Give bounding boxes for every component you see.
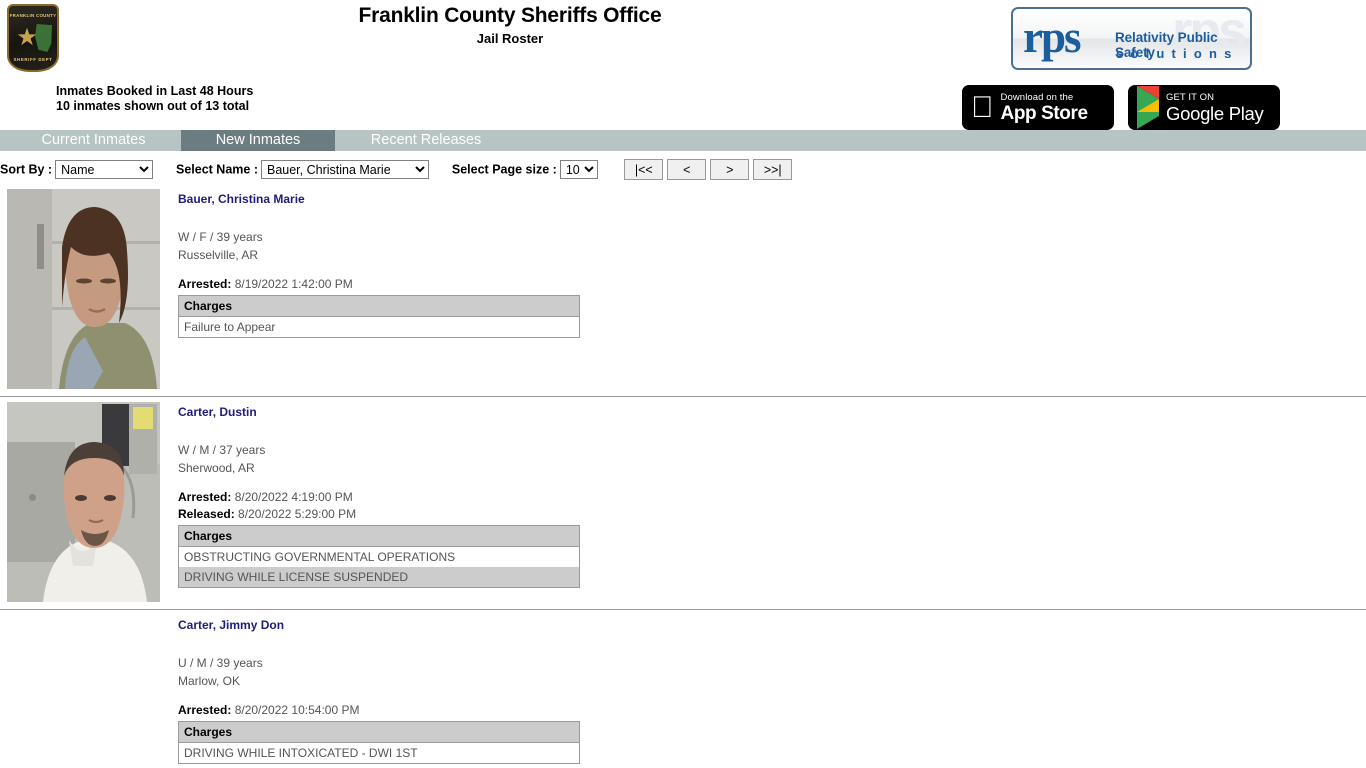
inmate-mugshot	[7, 189, 160, 389]
released-label: Released:	[178, 507, 235, 521]
charge-text: DRIVING WHILE INTOXICATED - DWI 1ST	[178, 742, 580, 764]
inmate-details: Carter, Jimmy Don U / M / 39 years Marlow,…	[178, 610, 1366, 768]
arrested-value: 8/20/2022 10:54:00 PM	[231, 703, 360, 717]
rps-wordmark: rps	[1023, 12, 1081, 62]
booked-summary-line2: 10 inmates shown out of 13 total	[56, 99, 250, 113]
inmate-demographics: W / F / 39 years	[178, 230, 263, 244]
apple-icon: 	[971, 92, 994, 123]
arrested-label: Arrested:	[178, 703, 232, 717]
charge-text: DRIVING WHILE LICENSE SUSPENDED	[178, 567, 580, 588]
tab-current-inmates[interactable]: Current Inmates	[6, 130, 181, 151]
app-store-big-label: App Store	[978, 102, 1089, 124]
inmate-roster-list: Bauer, Christina Marie W / F / 39 years Ru…	[0, 184, 1366, 768]
tab-new-inmates[interactable]: New Inmates	[181, 130, 335, 151]
page-subtitle: Jail Roster	[476, 31, 544, 46]
arrested-value: 8/19/2022 1:42:00 PM	[231, 277, 353, 291]
tab-recent-releases[interactable]: Recent Releases	[335, 130, 517, 151]
charges-column-header: Charges	[178, 295, 580, 317]
arrested-label: Arrested:	[178, 277, 232, 291]
google-play-icon	[1137, 85, 1159, 129]
charges-table: Charges Failure to Appear	[178, 295, 580, 338]
booked-summary-line1: Inmates Booked in Last 48 Hours	[56, 84, 254, 98]
inmate-demographics: U / M / 39 years	[178, 656, 263, 670]
sort-by-select[interactable]: Name	[55, 160, 154, 179]
inmate-details: Carter, Dustin W / M / 37 years Sherwood, …	[178, 397, 1366, 609]
inmate-row: Bauer, Christina Marie W / F / 39 years Ru…	[0, 184, 1366, 397]
google-play-big-label: Google Play	[1166, 102, 1264, 124]
charges-header-row: Charges	[178, 721, 580, 743]
last-page-button[interactable]: >>|	[753, 159, 793, 180]
charge-text: OBSTRUCTING GOVERNMENTAL OPERATIONS	[178, 546, 580, 567]
inmate-arrested-line: Arrested: 8/20/2022 10:54:00 PM	[178, 702, 1366, 719]
inmate-row: Carter, Dustin W / M / 37 years Sherwood, …	[0, 397, 1366, 610]
charges-table: Charges OBSTRUCTING GOVERNMENTAL OPERATIO…	[178, 525, 580, 588]
sort-by-label: Sort By :	[0, 162, 53, 177]
charges-table: Charges DRIVING WHILE INTOXICATED - DWI 1…	[178, 721, 580, 764]
page-title: Franklin County Sheriffs Office	[358, 4, 662, 27]
google-play-button[interactable]: GET IT ON Google Play	[1128, 85, 1280, 130]
charge-row: DRIVING WHILE INTOXICATED - DWI 1ST	[178, 742, 580, 764]
inmate-mugshot-placeholder	[7, 615, 160, 768]
select-name-select[interactable]: Bauer, Christina MarieCarter, DustinCart…	[260, 160, 429, 179]
inmate-location: Russelville, AR	[178, 248, 259, 262]
booked-summary: Inmates Booked in Last 48 Hours 10 inmat…	[56, 84, 253, 114]
charge-row: Failure to Appear	[178, 316, 580, 338]
next-page-button[interactable]: >	[710, 159, 750, 180]
charge-row: DRIVING WHILE LICENSE SUSPENDED	[178, 567, 580, 588]
page-size-select[interactable]: 10	[559, 160, 598, 179]
charges-column-header: Charges	[178, 525, 580, 547]
select-name-label: Select Name :	[176, 162, 258, 177]
rps-logo: rps rps Relativity Public Safety solutio…	[1011, 7, 1252, 70]
rps-tagline-line2: solutions	[1116, 46, 1239, 61]
arrested-label: Arrested:	[178, 490, 232, 504]
page-size-label: Select Page size :	[451, 162, 557, 177]
charge-text: Failure to Appear	[178, 316, 580, 338]
app-store-small-label: Download on the	[978, 91, 1074, 103]
previous-page-button[interactable]: <	[667, 159, 707, 180]
filter-control-bar: Sort By : Name Select Name : Bauer, Christ…	[0, 151, 1366, 184]
inmate-demographics: W / M / 37 years	[178, 443, 266, 457]
inmate-arrested-line: Arrested: 8/19/2022 1:42:00 PM	[178, 276, 1366, 293]
inmate-mugshot	[7, 402, 160, 602]
badge-bottom-text: SHERIFF DEPT	[13, 57, 53, 62]
inmate-name-link[interactable]: Carter, Dustin	[178, 405, 257, 419]
app-store-button[interactable]:  Download on the App Store	[962, 85, 1114, 130]
charges-header-row: Charges	[178, 525, 580, 547]
inmate-name-link[interactable]: Carter, Jimmy Don	[178, 618, 284, 632]
charges-header-row: Charges	[178, 295, 580, 317]
page-header: FRANKLIN COUNTY ★ SHERIFF DEPT Franklin …	[0, 0, 1366, 130]
inmate-row: Carter, Jimmy Don U / M / 39 years Marlow,…	[0, 610, 1366, 768]
title-block: Franklin County Sheriffs Office Jail Ros…	[0, 4, 1020, 48]
charges-column-header: Charges	[178, 721, 580, 743]
first-page-button[interactable]: |<<	[624, 159, 664, 180]
tab-bar: Current Inmates New Inmates Recent Relea…	[0, 130, 1366, 151]
pagination-controls: |<< < > >>|	[624, 159, 796, 180]
inmate-details: Bauer, Christina Marie W / F / 39 years Ru…	[178, 184, 1366, 396]
inmate-location: Sherwood, AR	[178, 461, 255, 475]
arrested-value: 8/20/2022 4:19:00 PM	[231, 490, 353, 504]
charge-row: OBSTRUCTING GOVERNMENTAL OPERATIONS	[178, 546, 580, 567]
inmate-arrested-line: Arrested: 8/20/2022 4:19:00 PM	[178, 489, 1366, 506]
inmate-location: Marlow, OK	[178, 674, 241, 688]
inmate-released-line: Released: 8/20/2022 5:29:00 PM	[178, 506, 1366, 523]
released-value: 8/20/2022 5:29:00 PM	[234, 507, 357, 521]
google-play-small-label: GET IT ON	[1166, 91, 1215, 103]
inmate-name-link[interactable]: Bauer, Christina Marie	[178, 192, 305, 206]
